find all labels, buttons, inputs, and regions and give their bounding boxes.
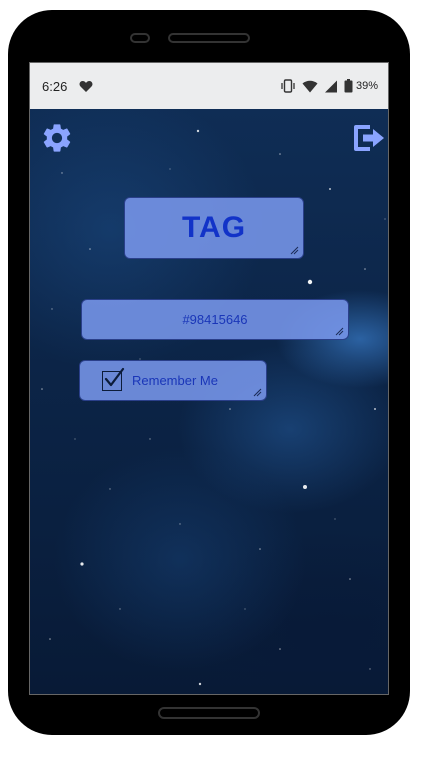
remember-me-toggle[interactable]: Remember Me [79,360,267,401]
signal-icon [324,80,338,93]
battery-percent: 39% [355,80,378,92]
wifi-icon [302,80,318,93]
remember-me-label: Remember Me [132,373,218,388]
battery-icon [344,79,353,93]
tag-id-field[interactable]: #98415646 [81,299,349,340]
vibrate-icon [280,79,296,93]
checkmark-icon [104,367,125,386]
app-background: TAG #98415646 Remember Me [30,109,388,694]
status-time: 6:26 [42,78,68,94]
tag-id-value: #98415646 [182,312,248,327]
status-bar: 6:26 39% [30,63,388,109]
phone-frame: 6:26 39% TAG #98415646 Remember Me [8,10,410,735]
earpiece-speaker [168,33,250,43]
heart-icon [79,80,93,93]
phone-screen: 6:26 39% TAG #98415646 Remember Me [29,62,389,695]
home-button[interactable] [158,707,260,719]
front-camera [130,33,150,43]
resize-grip-icon [290,246,299,255]
logout-icon [354,125,384,151]
page-title: TAG [181,211,247,244]
resize-grip-icon [253,388,262,397]
tag-title-box: TAG [124,197,304,259]
resize-grip-icon [335,327,344,336]
logout-button[interactable] [352,123,386,153]
settings-button[interactable] [40,121,74,155]
remember-me-checkbox[interactable] [102,367,125,391]
gear-icon [43,124,71,152]
